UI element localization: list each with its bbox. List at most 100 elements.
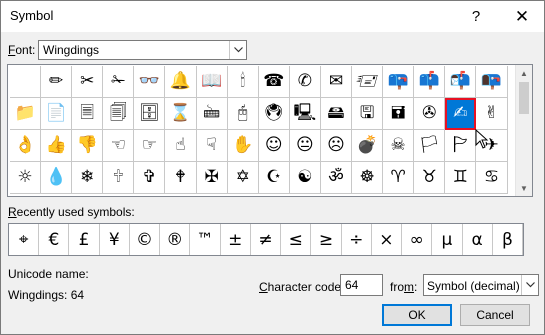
symbol-cell[interactable]: ☞	[134, 130, 166, 162]
symbol-grid: ✏ ✂ ✁ 👓 🔔 📖 🕯 ☎ ✆ ✉ 🖅 📪 📫 📬 📭 📁 📄 🗏 🗐 🗄 ⌛ 🖮 🖰 🖲 🖳 🖴 🖫 🖬 ✇ ✍ ✌ 👌 👍 👎 ☜ ☞ ☝ ☟ ✋ ☺…	[10, 66, 508, 194]
symbol-cell[interactable]: 🖲	[258, 98, 290, 130]
symbol-cell[interactable]: 🖰	[227, 98, 259, 130]
symbol-cell[interactable]: 📁	[10, 98, 42, 130]
symbol-cell[interactable]: ✞	[134, 162, 166, 194]
unicode-name-label: Unicode name:	[8, 267, 89, 281]
scroll-up-icon[interactable]: ▲	[516, 65, 532, 81]
symbol-cell[interactable]: 😐	[289, 130, 321, 162]
symbol-cell[interactable]: ⌛	[165, 98, 197, 130]
vertical-scrollbar[interactable]: ▲ ▼	[515, 65, 532, 196]
symbol-cell[interactable]: 👎	[72, 130, 104, 162]
symbol-cell[interactable]	[10, 66, 42, 98]
recent-symbol-cell[interactable]: ∞	[402, 224, 433, 255]
symbol-cell[interactable]: 📄	[41, 98, 73, 130]
symbol-cell[interactable]: ☟	[196, 130, 228, 162]
scroll-thumb[interactable]	[519, 82, 529, 114]
symbol-cell[interactable]: ☸	[352, 162, 384, 194]
symbol-cell[interactable]: 🗄	[134, 98, 166, 130]
symbol-cell[interactable]: ☺	[258, 130, 290, 162]
unicode-name-value: Wingdings: 64	[8, 288, 85, 302]
symbol-cell[interactable]: ☜	[103, 130, 135, 162]
close-button[interactable]: ✕	[499, 1, 545, 32]
mouse-pointer-icon	[475, 129, 489, 149]
symbol-cell[interactable]: 🖳	[289, 98, 321, 130]
recent-symbol-cell[interactable]: ©	[130, 224, 161, 255]
symbol-cell[interactable]: 🏱	[445, 130, 477, 162]
help-button[interactable]: ?	[453, 1, 499, 32]
symbol-cell[interactable]: 📖	[196, 66, 228, 98]
font-dropdown[interactable]: Wingdings	[38, 40, 247, 60]
chevron-down-icon[interactable]	[521, 275, 538, 295]
chevron-down-icon[interactable]	[229, 41, 246, 59]
recent-symbol-cell[interactable]: ÷	[342, 224, 372, 255]
symbol-cell[interactable]: ☪	[258, 162, 290, 194]
symbol-cell[interactable]: 🖬	[383, 98, 415, 130]
symbol-cell[interactable]: 🖫	[352, 98, 384, 130]
recent-symbol-cell[interactable]: ≤	[281, 224, 312, 255]
symbol-cell[interactable]: ✆	[289, 66, 321, 98]
symbol-cell[interactable]: 💣	[352, 130, 384, 162]
symbol-cell[interactable]: 🕆	[103, 162, 135, 194]
recent-symbol-cell[interactable]: β	[493, 224, 523, 255]
symbol-cell[interactable]: 👓	[134, 66, 166, 98]
symbol-cell[interactable]: ✁	[103, 66, 135, 98]
recent-symbol-cell[interactable]: €	[39, 224, 70, 255]
recent-symbol-cell[interactable]: ×	[372, 224, 403, 255]
recent-symbol-cell[interactable]: ⌖	[9, 224, 40, 255]
scroll-down-icon[interactable]: ▼	[516, 180, 532, 196]
symbol-cell[interactable]: ♈	[383, 162, 415, 194]
symbol-cell[interactable]: ♉	[414, 162, 446, 194]
recent-symbol-cell[interactable]: ®	[160, 224, 191, 255]
recent-symbol-cell[interactable]: α	[463, 224, 493, 255]
symbol-cell[interactable]: ❄	[72, 162, 104, 194]
symbol-cell[interactable]: 🖴	[320, 98, 353, 130]
symbol-cell[interactable]: ☯	[289, 162, 321, 194]
symbol-cell[interactable]: 📭	[476, 66, 508, 98]
recent-symbol-cell[interactable]: ™	[190, 224, 221, 255]
symbol-cell[interactable]: 💧	[41, 162, 73, 194]
symbol-cell[interactable]: ☎	[258, 66, 290, 98]
symbol-cell[interactable]: ☼	[10, 162, 42, 194]
recent-symbol-cell[interactable]: µ	[432, 224, 463, 255]
recent-symbols-label: Recently used symbols:	[8, 205, 135, 219]
symbol-cell-selected[interactable]: ✍	[445, 98, 477, 130]
symbol-cell[interactable]: ✋	[227, 130, 259, 162]
recent-symbol-cell[interactable]: ≠	[251, 224, 282, 255]
symbol-cell[interactable]: ✂	[72, 66, 104, 98]
symbol-cell[interactable]: ॐ	[320, 162, 353, 194]
symbol-cell[interactable]: ✡	[227, 162, 259, 194]
recent-symbol-cell[interactable]: ≥	[311, 224, 342, 255]
recent-symbol-cell[interactable]: ¥	[100, 224, 130, 255]
symbol-cell[interactable]: ✠	[196, 162, 228, 194]
character-code-input[interactable]: 64	[340, 274, 383, 296]
dialog-title: Symbol	[10, 8, 54, 23]
ok-button[interactable]: OK	[382, 304, 452, 326]
symbol-cell[interactable]: ✉	[320, 66, 353, 98]
symbol-cell[interactable]: ☝	[165, 130, 197, 162]
symbol-cell[interactable]: 🗏	[72, 98, 104, 130]
symbol-cell[interactable]: 📬	[445, 66, 477, 98]
symbol-cell[interactable]: 📫	[414, 66, 446, 98]
symbol-cell[interactable]: 🖅	[352, 66, 384, 98]
symbol-cell[interactable]: 🖮	[196, 98, 228, 130]
symbol-cell[interactable]: 🔔	[165, 66, 197, 98]
symbol-cell[interactable]: 📪	[383, 66, 415, 98]
symbol-cell[interactable]: ✌	[476, 98, 508, 130]
symbol-cell[interactable]: ☠	[383, 130, 415, 162]
symbol-cell[interactable]: ♋	[476, 162, 508, 194]
recent-symbol-cell[interactable]: ±	[221, 224, 251, 255]
symbol-cell[interactable]: 🗐	[103, 98, 135, 130]
from-dropdown[interactable]: Symbol (decimal)	[423, 274, 539, 296]
symbol-cell[interactable]: 👍	[41, 130, 73, 162]
recent-symbol-cell[interactable]: £	[69, 224, 100, 255]
cancel-button[interactable]: Cancel	[460, 304, 530, 326]
symbol-cell[interactable]: ✇	[414, 98, 446, 130]
title-bar: Symbol ? ✕	[1, 1, 544, 32]
symbol-cell[interactable]: 🕈	[165, 162, 197, 194]
symbol-cell[interactable]: ✏	[41, 66, 73, 98]
symbol-cell[interactable]: 🕯	[227, 66, 259, 98]
symbol-cell[interactable]: ♊	[445, 162, 477, 194]
symbol-cell[interactable]: ☹	[320, 130, 353, 162]
symbol-cell[interactable]: 🏳	[414, 130, 446, 162]
symbol-cell[interactable]: 👌	[10, 130, 42, 162]
